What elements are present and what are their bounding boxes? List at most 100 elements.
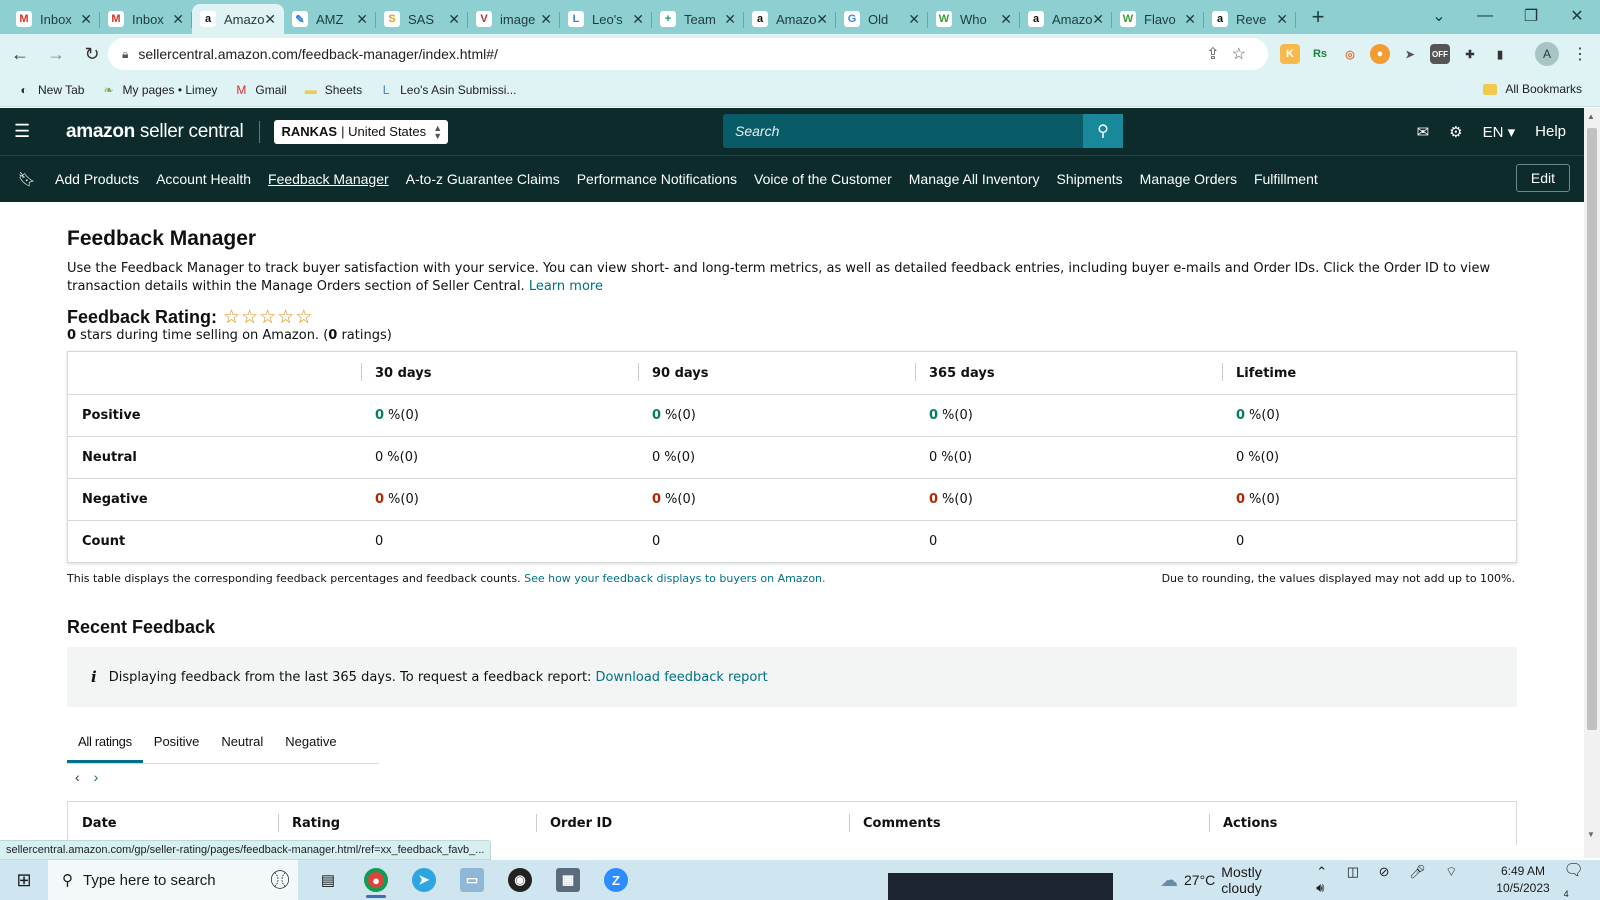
browser-tab[interactable]: W Flavo ✕ xyxy=(1112,4,1204,34)
gear-icon[interactable]: ⚙ xyxy=(1449,123,1462,141)
notepad-taskbar-icon[interactable]: ▭ xyxy=(448,860,496,900)
seller-central-logo[interactable]: amazon seller central xyxy=(66,121,244,143)
browser-tab[interactable]: + Team ✕ xyxy=(652,4,744,34)
chevron-right-icon[interactable]: › xyxy=(94,769,99,785)
browser-tab[interactable]: W Who ✕ xyxy=(928,4,1020,34)
browser-tab[interactable]: a Reve ✕ xyxy=(1204,4,1296,34)
mail-icon[interactable]: ✉ xyxy=(1417,123,1430,141)
bookmark-star-icon[interactable]: ☆ xyxy=(1232,46,1258,63)
browser-tab[interactable]: a Amazon✕ xyxy=(1020,4,1112,34)
close-window-button[interactable]: ✕ xyxy=(1554,0,1600,32)
weather-widget[interactable]: ☁ 27°C Mostly cloudy xyxy=(1160,864,1300,896)
browser-tab[interactable]: ✎ AMZ ✕ xyxy=(284,4,376,34)
close-tab-icon[interactable]: ✕ xyxy=(264,11,276,28)
profile-avatar[interactable]: A xyxy=(1535,42,1559,66)
close-tab-icon[interactable]: ✕ xyxy=(172,11,184,28)
close-tab-icon[interactable]: ✕ xyxy=(80,11,92,28)
hamburger-menu-icon[interactable]: ☰ xyxy=(14,121,40,142)
chrome-taskbar-icon[interactable]: ● xyxy=(352,860,400,900)
scrollbar-thumb[interactable] xyxy=(1587,128,1597,730)
browser-tab[interactable]: G Old ✕ xyxy=(836,4,928,34)
tray-icons[interactable]: ⌃ ◫ ⊘ 🎤︎ ⌔ 🔊︎ xyxy=(1316,864,1486,896)
nav-item[interactable]: Add Products xyxy=(55,171,139,187)
rating-tab[interactable]: All ratings xyxy=(67,725,143,763)
browser-tab[interactable]: a Amazon✕ xyxy=(744,4,836,34)
notification-center-icon[interactable]: 🗨︎4 xyxy=(1564,860,1588,899)
close-tab-icon[interactable]: ✕ xyxy=(448,11,460,28)
close-tab-icon[interactable]: ✕ xyxy=(908,11,920,28)
rating-tab[interactable]: Negative xyxy=(274,725,347,763)
scroll-down-arrow-icon[interactable]: ▼ xyxy=(1587,830,1595,839)
bookmark-item[interactable]: ❧ My pages • Limey xyxy=(100,82,217,98)
close-tab-icon[interactable]: ✕ xyxy=(632,11,644,28)
extensions-puzzle-icon[interactable]: ✚ xyxy=(1460,44,1480,64)
download-report-link[interactable]: Download feedback report xyxy=(595,670,767,685)
help-link[interactable]: Help xyxy=(1535,123,1566,140)
taskbar-search-input[interactable]: ⚲ Type here to search ⚾︎ xyxy=(48,860,298,900)
global-search-input[interactable]: Search xyxy=(723,114,1123,148)
extension-orange-icon[interactable]: ● xyxy=(1370,44,1390,64)
restore-button[interactable]: ❐ xyxy=(1508,0,1554,32)
address-bar[interactable]: 🔒︎ sellercentral.amazon.com/feedback-man… xyxy=(108,38,1268,70)
reload-button[interactable]: ↻ xyxy=(76,44,108,65)
browser-tab[interactable]: L Leo's ✕ xyxy=(560,4,652,34)
browser-tab[interactable]: S SAS ✕ xyxy=(376,4,468,34)
feedback-display-link[interactable]: See how your feedback displays to buyers… xyxy=(524,572,825,585)
nav-item[interactable]: Voice of the Customer xyxy=(754,171,892,187)
extension-arrow-icon[interactable]: ➤ xyxy=(1400,44,1420,64)
nav-item[interactable]: Shipments xyxy=(1057,171,1123,187)
close-tab-icon[interactable]: ✕ xyxy=(356,11,368,28)
windows-start-icon[interactable]: ⊞ xyxy=(0,870,48,891)
nav-item[interactable]: Performance Notifications xyxy=(577,171,737,187)
nav-item[interactable]: Fulfillment xyxy=(1254,171,1318,187)
tab-search-icon[interactable]: ⌄ xyxy=(1416,0,1462,32)
browser-tab[interactable]: M Inbox ✕ xyxy=(8,4,100,34)
search-button[interactable]: ⚲ xyxy=(1083,114,1123,148)
chrome-menu-icon[interactable]: ⋮ xyxy=(1572,44,1588,64)
rating-tab[interactable]: Positive xyxy=(143,725,211,763)
new-tab-button[interactable]: + xyxy=(1304,4,1332,32)
extension-off-icon[interactable]: OFF xyxy=(1430,44,1450,64)
side-panel-icon[interactable]: ▮ xyxy=(1490,44,1510,64)
close-tab-icon[interactable]: ✕ xyxy=(1276,11,1288,28)
bookmark-item[interactable]: L Leo's Asin Submissi... xyxy=(378,82,517,98)
learn-more-link[interactable]: Learn more xyxy=(529,279,603,294)
chevron-left-icon[interactable]: ‹ xyxy=(75,769,80,785)
extension-keepa-icon[interactable]: K xyxy=(1280,44,1300,64)
browser-tab[interactable]: M Inbox ✕ xyxy=(100,4,192,34)
scroll-up-arrow-icon[interactable]: ▲ xyxy=(1587,112,1595,121)
nav-item[interactable]: Feedback Manager xyxy=(268,171,389,187)
rating-tab[interactable]: Neutral xyxy=(210,725,274,763)
site-info-icon[interactable]: 🔒︎ xyxy=(122,47,128,62)
telegram-taskbar-icon[interactable]: ➤ xyxy=(400,860,448,900)
bookmark-item[interactable]: ◐ New Tab xyxy=(16,82,84,98)
back-button[interactable]: ← xyxy=(4,44,36,65)
close-tab-icon[interactable]: ✕ xyxy=(816,11,828,28)
extension-rs-icon[interactable]: Rs xyxy=(1310,44,1330,64)
minimize-button[interactable]: — xyxy=(1462,0,1508,32)
nav-item[interactable]: Manage All Inventory xyxy=(909,171,1040,187)
close-tab-icon[interactable]: ✕ xyxy=(724,11,736,28)
nav-item[interactable]: Account Health xyxy=(156,171,251,187)
bookmark-item[interactable]: M Gmail xyxy=(233,82,286,98)
bookmark-item[interactable]: ▬ Sheets xyxy=(303,82,362,98)
close-tab-icon[interactable]: ✕ xyxy=(1184,11,1196,28)
clock[interactable]: 6:49 AM 10/5/2023 xyxy=(1496,863,1549,897)
edit-nav-button[interactable]: Edit xyxy=(1515,164,1570,192)
close-tab-icon[interactable]: ✕ xyxy=(1000,11,1012,28)
extension-helium-icon[interactable]: ◎ xyxy=(1340,44,1360,64)
forward-button[interactable]: → xyxy=(40,44,72,65)
all-bookmarks-button[interactable]: All Bookmarks xyxy=(1483,82,1582,96)
nav-item[interactable]: A-to-z Guarantee Claims xyxy=(406,171,560,187)
task-view-icon[interactable]: ▤ xyxy=(304,860,352,900)
close-tab-icon[interactable]: ✕ xyxy=(540,11,552,28)
language-selector[interactable]: EN ▾ xyxy=(1483,123,1516,141)
bookmark-icon[interactable]: 🔖︎ xyxy=(18,171,38,188)
calculator-taskbar-icon[interactable]: ▦ xyxy=(544,860,592,900)
nav-item[interactable]: Manage Orders xyxy=(1140,171,1237,187)
zoom-taskbar-icon[interactable]: Z xyxy=(592,860,640,900)
marketplace-switcher[interactable]: RANKAS | United States ▲ ▼ xyxy=(274,119,449,144)
browser-tab[interactable]: Vimage ✕ xyxy=(468,4,560,34)
obs-taskbar-icon[interactable]: ◉ xyxy=(496,860,544,900)
share-icon[interactable]: ⇪ xyxy=(1206,46,1231,63)
